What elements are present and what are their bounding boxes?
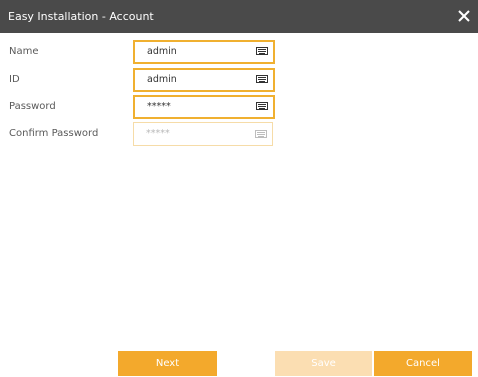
dialog-title: Easy Installation - Account [8, 10, 154, 23]
name-field[interactable]: admin [133, 40, 275, 64]
title-bar: Easy Installation - Account [0, 0, 478, 33]
id-field[interactable]: admin [133, 68, 275, 92]
close-icon[interactable] [456, 8, 472, 24]
password-value: ***** [147, 101, 171, 112]
form-row-confirm-password: Confirm Password ***** [0, 122, 478, 146]
keyboard-icon[interactable] [256, 75, 268, 83]
id-value: admin [147, 74, 177, 85]
next-button[interactable]: Next [118, 351, 217, 376]
name-value: admin [147, 46, 177, 57]
name-label: Name [9, 46, 39, 57]
form-row-password: Password ***** [0, 95, 478, 119]
keyboard-icon[interactable] [256, 47, 268, 55]
password-field[interactable]: ***** [133, 95, 275, 119]
keyboard-icon [255, 130, 267, 138]
account-dialog: Easy Installation - Account Name admin I… [0, 0, 478, 377]
confirm-password-label: Confirm Password [9, 128, 99, 139]
cancel-button[interactable]: Cancel [374, 351, 472, 376]
confirm-password-value: ***** [146, 128, 170, 139]
id-label: ID [9, 74, 20, 85]
form-row-id: ID admin [0, 68, 478, 92]
keyboard-icon[interactable] [256, 102, 268, 110]
form-row-name: Name admin [0, 40, 478, 64]
save-button: Save [275, 351, 372, 376]
password-label: Password [9, 101, 56, 112]
confirm-password-field: ***** [133, 122, 273, 146]
